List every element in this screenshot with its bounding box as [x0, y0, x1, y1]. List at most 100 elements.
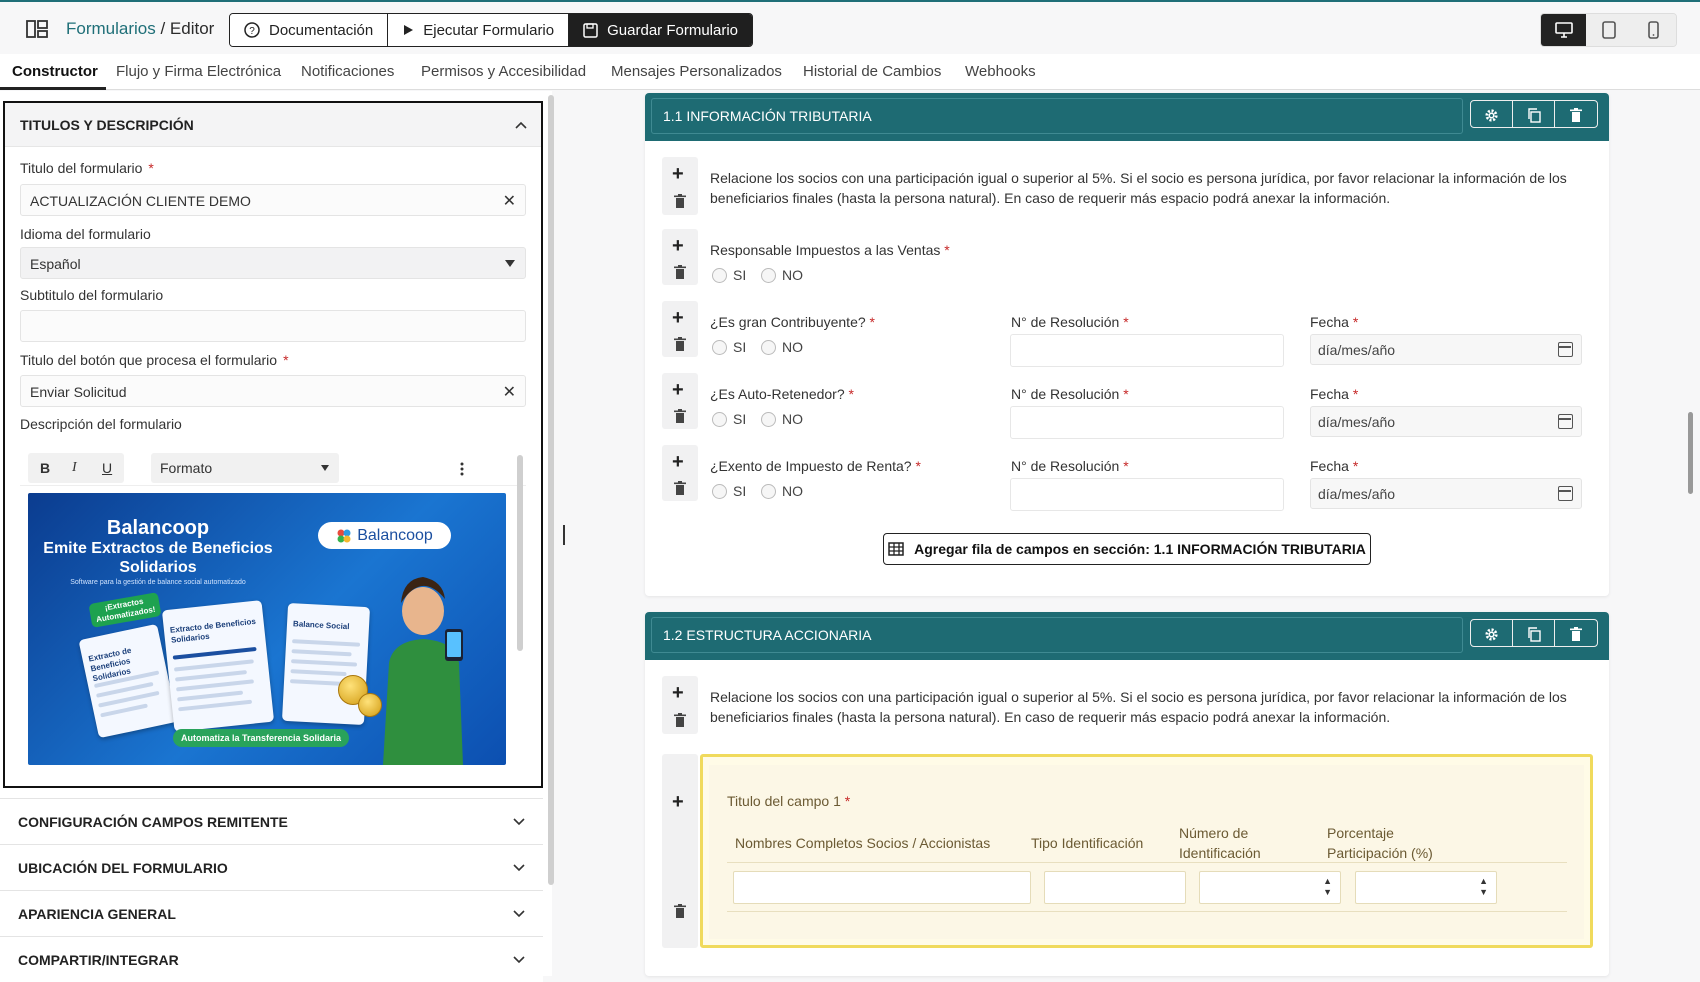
left-panel-scrollbar[interactable] — [548, 95, 554, 885]
percentage-input[interactable]: ▲ ▼ — [1355, 871, 1497, 904]
add-row-plus-icon[interactable]: + — [672, 683, 684, 703]
run-form-button[interactable]: Ejecutar Formulario — [388, 14, 570, 46]
column-header-id-number: Número de Identificación — [1179, 825, 1261, 861]
editor-scrollbar[interactable] — [517, 455, 523, 651]
titles-section: TITULOS Y DESCRIPCIÓN Titulo del formula… — [3, 101, 543, 788]
canvas-scrollbar[interactable] — [1688, 412, 1693, 494]
resolution-label: N° de Resolución * — [1011, 386, 1129, 402]
trash-icon[interactable] — [674, 194, 686, 208]
radio-no[interactable]: NO — [761, 483, 803, 499]
submit-button-title-input[interactable]: Enviar Solicitud ✕ — [20, 375, 526, 407]
radio-no[interactable]: NO — [761, 267, 803, 283]
save-form-button[interactable]: Guardar Formulario — [569, 14, 753, 46]
breadcrumb-link-formularios[interactable]: Formularios — [66, 19, 156, 38]
add-row-plus-icon[interactable]: + — [672, 792, 684, 812]
radio-no[interactable]: NO — [761, 339, 803, 355]
calendar-icon[interactable] — [1558, 486, 1573, 501]
titles-section-header[interactable]: TITULOS Y DESCRIPCIÓN — [5, 103, 541, 147]
date-label: Fecha * — [1310, 386, 1359, 402]
id-number-input[interactable]: ▲ ▼ — [1199, 871, 1341, 904]
trash-icon[interactable] — [674, 409, 686, 423]
tablet-view-button[interactable] — [1586, 14, 1631, 46]
resolution-input[interactable] — [1010, 406, 1284, 439]
section-title-input[interactable]: 1.1 INFORMACIÓN TRIBUTARIA — [651, 98, 1463, 134]
tab-constructor[interactable]: Constructor — [12, 63, 98, 80]
calendar-icon[interactable] — [1558, 414, 1573, 429]
panel-resize-handle[interactable] — [563, 525, 565, 545]
desktop-view-button[interactable] — [1541, 14, 1586, 46]
chevron-up-icon[interactable] — [515, 121, 527, 129]
resolution-input[interactable] — [1010, 478, 1284, 511]
names-input[interactable] — [733, 871, 1031, 904]
top-bar: Formularios / Editor ? Documentación Eje… — [0, 0, 1700, 54]
layout-icon[interactable] — [26, 20, 48, 38]
radio-si[interactable]: SI — [712, 483, 746, 499]
device-preview-toggle — [1540, 13, 1677, 47]
section-card-tributaria: 1.1 INFORMACIÓN TRIBUTARIA + Relacione l… — [645, 93, 1609, 596]
save-form-label: Guardar Formulario — [607, 21, 739, 39]
trash-icon — [1570, 108, 1582, 122]
more-vertical-icon[interactable] — [460, 462, 464, 476]
id-type-input[interactable] — [1044, 871, 1186, 904]
tab-webhooks[interactable]: Webhooks — [965, 63, 1036, 80]
section-title-input[interactable]: 1.2 ESTRUCTURA ACCIONARIA — [651, 617, 1463, 653]
add-row-plus-icon[interactable]: + — [672, 236, 684, 256]
add-row-plus-icon[interactable]: + — [672, 452, 684, 472]
date-input[interactable]: día/mes/año — [1310, 478, 1582, 509]
selected-field-table[interactable]: Titulo del campo 1 * Nombres Completos S… — [700, 754, 1593, 948]
italic-button[interactable]: I — [72, 460, 77, 476]
number-stepper-icon[interactable]: ▲ ▼ — [1323, 876, 1332, 898]
trash-icon[interactable] — [674, 904, 686, 918]
section-duplicate-button[interactable] — [1513, 620, 1555, 646]
bold-button[interactable]: B — [40, 460, 50, 476]
documentation-button[interactable]: ? Documentación — [230, 14, 389, 46]
accordion-general-appearance[interactable]: APARIENCIA GENERAL — [0, 890, 543, 936]
trash-icon[interactable] — [674, 337, 686, 351]
add-field-row-button[interactable]: Agregar fila de campos en sección: 1.1 I… — [883, 533, 1371, 565]
number-stepper-icon[interactable]: ▲ ▼ — [1479, 876, 1488, 898]
radio-no[interactable]: NO — [761, 411, 803, 427]
tab-notificaciones[interactable]: Notificaciones — [301, 63, 394, 80]
row-controls: + — [662, 157, 698, 215]
section-settings-button[interactable] — [1471, 101, 1513, 127]
form-title-input[interactable]: ACTUALIZACIÓN CLIENTE DEMO ✕ — [20, 184, 526, 216]
accordion-sender-fields[interactable]: CONFIGURACIÓN CAMPOS REMITENTE — [0, 798, 543, 844]
add-row-plus-icon[interactable]: + — [672, 380, 684, 400]
accordion-form-location[interactable]: UBICACIÓN DEL FORMULARIO — [0, 844, 543, 890]
banner-brand: Balancoop — [106, 517, 210, 539]
copy-icon — [1527, 107, 1541, 123]
date-input[interactable]: día/mes/año — [1310, 334, 1582, 365]
section-settings-button[interactable] — [1471, 620, 1513, 646]
header-divider — [727, 862, 1567, 863]
add-row-plus-icon[interactable]: + — [672, 308, 684, 328]
add-row-plus-icon[interactable]: + — [672, 164, 684, 184]
calendar-icon[interactable] — [1558, 342, 1573, 357]
format-select[interactable]: Formato — [151, 453, 339, 483]
clear-icon[interactable]: ✕ — [503, 382, 516, 402]
date-label: Fecha * — [1310, 458, 1359, 474]
tab-permisos[interactable]: Permisos y Accesibilidad — [421, 63, 586, 80]
resolution-input[interactable] — [1010, 334, 1284, 367]
clear-icon[interactable]: ✕ — [503, 191, 516, 211]
radio-si[interactable]: SI — [712, 411, 746, 427]
trash-icon[interactable] — [674, 481, 686, 495]
section-actions — [1470, 100, 1598, 128]
tab-historial[interactable]: Historial de Cambios — [803, 63, 941, 80]
tab-flujo-firma[interactable]: Flujo y Firma Electrónica — [116, 63, 281, 80]
form-language-select[interactable]: Español — [20, 247, 526, 279]
underline-button[interactable]: U — [102, 460, 112, 476]
svg-text:?: ? — [249, 26, 255, 37]
mobile-view-button[interactable] — [1631, 14, 1676, 46]
trash-icon[interactable] — [674, 713, 686, 727]
tab-mensajes[interactable]: Mensajes Personalizados — [611, 63, 782, 80]
section-duplicate-button[interactable] — [1513, 101, 1555, 127]
trash-icon[interactable] — [674, 265, 686, 279]
section-delete-button[interactable] — [1555, 101, 1597, 127]
mobile-icon — [1648, 21, 1659, 39]
accordion-share-integrate[interactable]: COMPARTIR/INTEGRAR — [0, 936, 543, 982]
radio-si[interactable]: SI — [712, 267, 746, 283]
section-delete-button[interactable] — [1555, 620, 1597, 646]
radio-si[interactable]: SI — [712, 339, 746, 355]
date-input[interactable]: día/mes/año — [1310, 406, 1582, 437]
form-subtitle-input[interactable] — [20, 310, 526, 342]
